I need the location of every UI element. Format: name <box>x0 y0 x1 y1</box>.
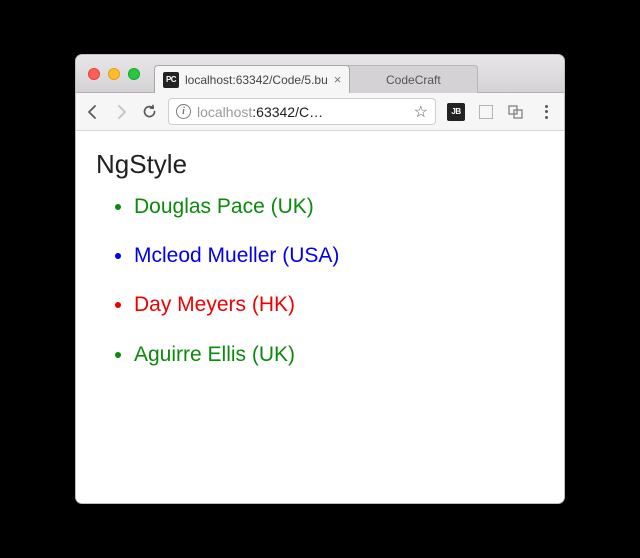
maximize-window-button[interactable] <box>128 68 140 80</box>
tab-title: localhost:63342/Code/5.bu <box>185 73 328 87</box>
extension-placeholder-icon[interactable] <box>476 102 496 122</box>
tab-strip: PC localhost:63342/Code/5.bu × CodeCraft <box>154 55 564 92</box>
window-controls <box>76 68 140 80</box>
browser-window: PC localhost:63342/Code/5.bu × CodeCraft… <box>75 54 565 504</box>
menu-kebab-icon[interactable] <box>536 102 556 122</box>
tab-title: CodeCraft <box>386 73 441 87</box>
list-item: Douglas Pace (UK) <box>134 194 544 219</box>
people-list: Douglas Pace (UK) Mcleod Mueller (USA) Day… <box>96 194 544 367</box>
devtools-extension-icon[interactable] <box>506 102 526 122</box>
bookmark-star-icon[interactable]: ☆ <box>414 102 428 122</box>
list-item: Aguirre Ellis (UK) <box>134 342 544 367</box>
reload-icon[interactable] <box>140 103 158 120</box>
jetbrains-extension-icon[interactable]: JB <box>446 102 466 122</box>
url-text: localhost:63342/C… <box>197 104 408 120</box>
window-titlebar: PC localhost:63342/Code/5.bu × CodeCraft <box>76 55 564 93</box>
nav-back-icon[interactable] <box>84 104 102 120</box>
nav-forward-icon <box>112 104 130 120</box>
browser-tab-active[interactable]: PC localhost:63342/Code/5.bu × <box>154 65 350 93</box>
pycharm-favicon-icon: PC <box>163 72 179 88</box>
page-content: NgStyle Douglas Pace (UK) Mcleod Mueller … <box>76 131 564 503</box>
close-tab-icon[interactable]: × <box>334 72 342 87</box>
close-window-button[interactable] <box>88 68 100 80</box>
page-heading: NgStyle <box>96 149 544 180</box>
minimize-window-button[interactable] <box>108 68 120 80</box>
browser-tab-inactive[interactable]: CodeCraft <box>348 65 478 93</box>
list-item: Mcleod Mueller (USA) <box>134 243 544 268</box>
list-item: Day Meyers (HK) <box>134 292 544 317</box>
site-info-icon[interactable]: i <box>176 104 191 119</box>
address-bar[interactable]: i localhost:63342/C… ☆ <box>168 98 436 125</box>
browser-toolbar: i localhost:63342/C… ☆ JB <box>76 93 564 131</box>
